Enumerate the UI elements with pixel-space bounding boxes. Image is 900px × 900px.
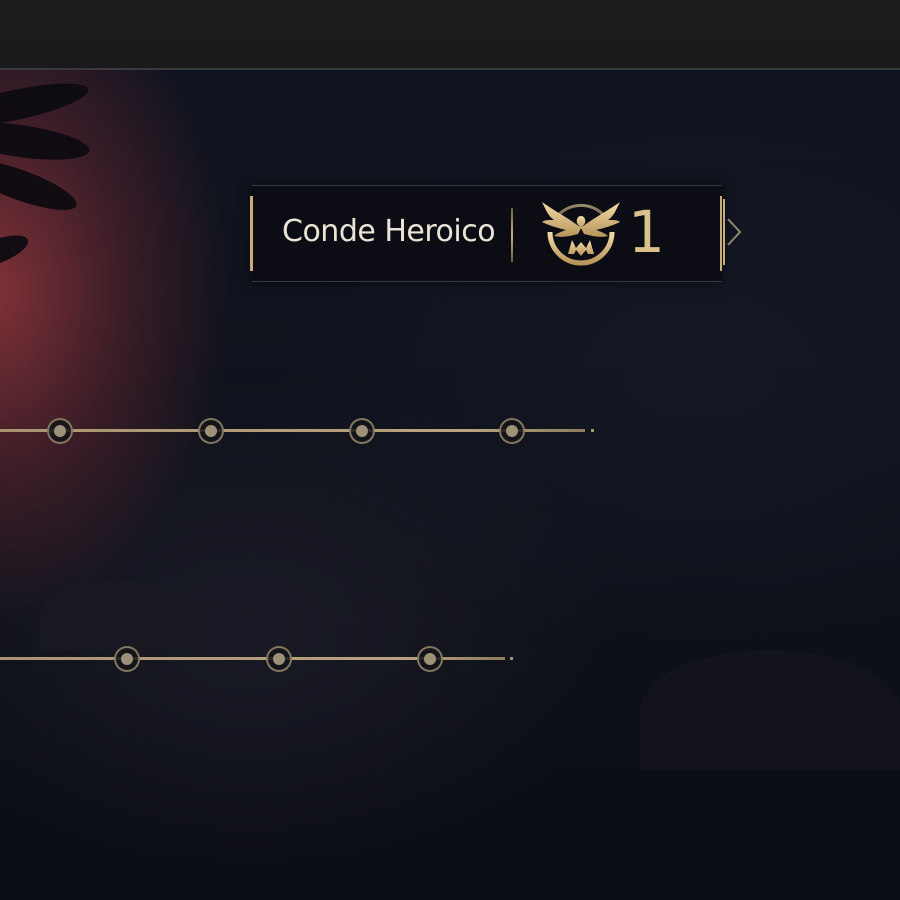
distant-hill (640, 650, 900, 770)
distant-hill (40, 580, 200, 650)
rank-name: Conde Heroico (282, 214, 496, 249)
track-line (0, 429, 585, 432)
panel-edge-left (250, 196, 253, 271)
top-bar (0, 0, 900, 70)
milestone-node-icon[interactable] (198, 418, 224, 444)
feather-silhouette (0, 150, 82, 220)
feather-silhouette (0, 115, 92, 167)
feather-silhouette (0, 228, 32, 276)
chevron-right-icon[interactable] (722, 197, 748, 267)
track-end-dot (510, 657, 513, 660)
milestone-node-icon[interactable] (417, 646, 443, 672)
track-end-dot (591, 429, 594, 432)
eagle-emblem-icon (542, 202, 620, 266)
milestone-node-icon[interactable] (266, 646, 292, 672)
rank-panel: Conde Heroico 1 (250, 185, 722, 282)
rank-level: 1 (628, 198, 665, 266)
milestone-node-icon[interactable] (499, 418, 525, 444)
rank-divider (511, 208, 513, 262)
milestone-node-icon[interactable] (349, 418, 375, 444)
milestone-node-icon[interactable] (114, 646, 140, 672)
milestone-node-icon[interactable] (47, 418, 73, 444)
